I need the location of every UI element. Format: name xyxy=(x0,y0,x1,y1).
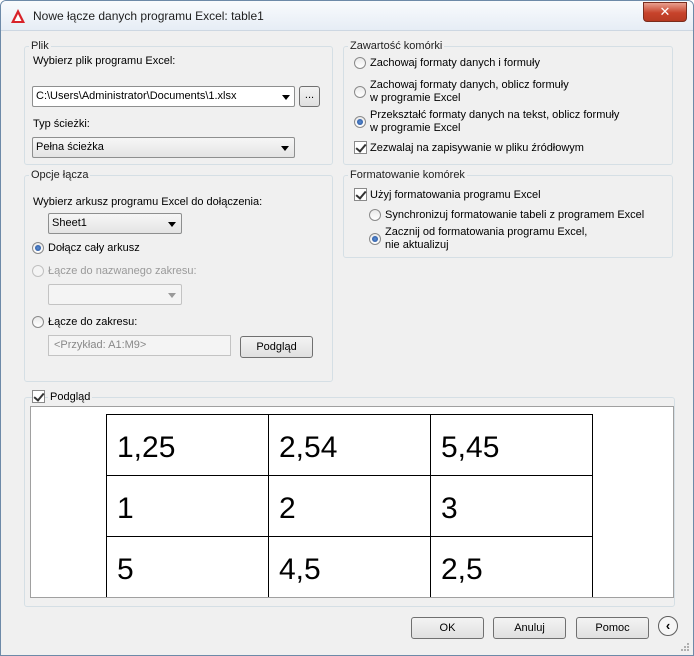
close-button[interactable]: ✕ xyxy=(643,2,687,22)
table-cell: 4,5 xyxy=(268,536,431,597)
cell-format-legend: Formatowanie komórek xyxy=(350,169,465,181)
path-type-value: Pełna ścieżka xyxy=(36,141,104,153)
cell-content-legend: Zawartość komórki xyxy=(350,40,443,52)
sheet-label: Wybierz arkusz programu Excel do dołącze… xyxy=(33,196,263,208)
table-cell: 2 xyxy=(268,475,431,537)
keep-formats-radio[interactable] xyxy=(354,57,366,69)
table-cell: 5,45 xyxy=(430,414,593,476)
start-format-label-1: Zacznij od formatowania programu Excel, xyxy=(385,226,588,238)
keep-formats-label: Zachowaj formaty danych i formuły xyxy=(370,57,540,69)
table-cell: 2,5 xyxy=(430,536,593,597)
allow-write-checkbox[interactable] xyxy=(354,141,367,154)
ok-button[interactable]: OK xyxy=(411,617,484,639)
path-type-dropdown[interactable]: Pełna ścieżka xyxy=(32,137,295,158)
browse-button[interactable]: ... xyxy=(299,86,320,107)
convert-to-text-label-1: Przekształć formaty danych na tekst, obl… xyxy=(370,109,620,121)
whole-sheet-label: Dołącz cały arkusz xyxy=(48,242,140,254)
path-type-label: Typ ścieżki: xyxy=(33,118,90,130)
preview-table: 1,25 2,54 5,45 1 2 3 5 4,5 2,5 xyxy=(106,414,593,597)
named-range-label: Łącze do nazwanego zakresu: xyxy=(48,265,197,277)
chevron-down-icon xyxy=(168,222,176,227)
preview-label: Podgląd xyxy=(48,391,93,403)
link-options-legend: Opcje łącza xyxy=(31,169,89,181)
convert-to-text-label-2: w programie Excel xyxy=(370,122,461,134)
table-row: 5 4,5 2,5 xyxy=(106,536,593,597)
file-path-dropdown[interactable]: C:\Users\Administrator\Documents\1.xlsx xyxy=(32,86,295,107)
named-range-dropdown[interactable] xyxy=(48,284,182,305)
sync-format-label: Synchronizuj formatowanie tabeli z progr… xyxy=(385,209,645,221)
start-format-radio[interactable] xyxy=(369,233,381,245)
start-format-label-2: nie aktualizuj xyxy=(385,239,449,251)
chevron-left-circle-icon[interactable]: ‹ xyxy=(658,616,678,636)
file-group-legend: Plik xyxy=(31,40,49,52)
table-cell: 1 xyxy=(106,475,269,537)
whole-sheet-radio[interactable] xyxy=(32,242,44,254)
sync-format-radio[interactable] xyxy=(369,209,381,221)
preview-button[interactable]: Podgląd xyxy=(240,336,313,358)
cancel-button[interactable]: Anuluj xyxy=(493,617,566,639)
named-range-radio[interactable] xyxy=(32,265,44,277)
chevron-down-icon xyxy=(168,293,176,298)
dialog-window: Nowe łącze danych programu Excel: table1… xyxy=(0,0,694,656)
table-row: 1 2 3 xyxy=(106,475,593,537)
help-button[interactable]: Pomoc xyxy=(576,617,649,639)
table-cell: 5 xyxy=(106,536,269,597)
keep-formats-calc-label-2: w programie Excel xyxy=(370,92,461,104)
chevron-down-icon xyxy=(282,95,290,100)
range-input[interactable]: <Przykład: A1:M9> xyxy=(48,335,231,356)
range-radio[interactable] xyxy=(32,316,44,328)
table-row: 1,25 2,54 5,45 xyxy=(106,414,593,476)
autocad-logo-icon xyxy=(11,9,25,23)
table-cell: 1,25 xyxy=(106,414,269,476)
use-excel-format-label: Użyj formatowania programu Excel xyxy=(370,189,541,201)
keep-formats-calc-label-1: Zachowaj formaty danych, oblicz formuły xyxy=(370,79,569,91)
file-path-value: C:\Users\Administrator\Documents\1.xlsx xyxy=(36,90,237,102)
allow-write-label: Zezwalaj na zapisywanie w pliku źródłowy… xyxy=(370,142,584,154)
choose-file-label: Wybierz plik programu Excel: xyxy=(33,55,176,67)
window-title: Nowe łącze danych programu Excel: table1 xyxy=(33,9,264,23)
use-excel-format-checkbox[interactable] xyxy=(354,188,367,201)
preview-checkbox[interactable] xyxy=(32,390,45,403)
title-bar: Nowe łącze danych programu Excel: table1… xyxy=(1,1,693,31)
sheet-value: Sheet1 xyxy=(52,217,87,229)
resize-grip-icon[interactable] xyxy=(680,642,690,652)
keep-formats-calc-radio[interactable] xyxy=(354,86,366,98)
preview-area: 1,25 2,54 5,45 1 2 3 5 4,5 2,5 xyxy=(30,406,674,598)
table-cell: 3 xyxy=(430,475,593,537)
range-label: Łącze do zakresu: xyxy=(48,316,138,328)
convert-to-text-radio[interactable] xyxy=(354,116,366,128)
chevron-down-icon xyxy=(281,146,289,151)
table-cell: 2,54 xyxy=(268,414,431,476)
sheet-dropdown[interactable]: Sheet1 xyxy=(48,213,182,234)
